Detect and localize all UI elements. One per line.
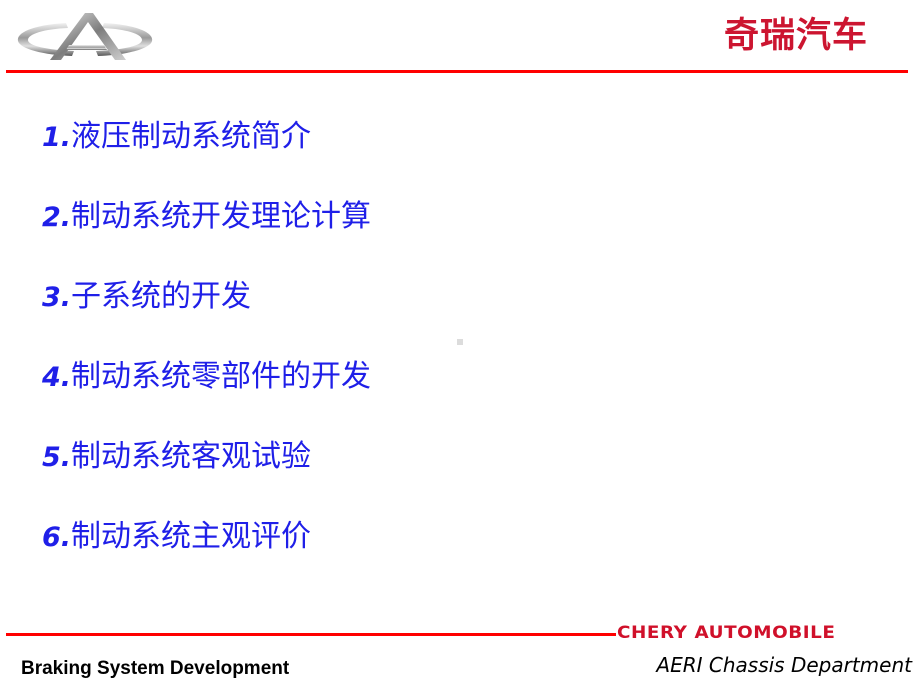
footer-divider: [6, 633, 616, 636]
agenda-item: 6.制动系统主观评价: [42, 516, 371, 596]
agenda-list: 1.液压制动系统简介 2.制动系统开发理论计算 3.子系统的开发 4.制动系统零…: [42, 116, 371, 596]
agenda-item: 4.制动系统零部件的开发: [42, 356, 371, 436]
agenda-item-text: 制动系统客观试验: [71, 439, 312, 474]
agenda-item-number: 5.: [42, 442, 72, 473]
agenda-item-number: 1.: [42, 122, 72, 153]
footer-title: Braking System Development: [21, 658, 290, 679]
agenda-item: 2.制动系统开发理论计算: [42, 196, 371, 276]
agenda-item: 3.子系统的开发: [42, 276, 371, 356]
agenda-item-text: 制动系统主观评价: [71, 519, 312, 554]
agenda-item-number: 2.: [42, 202, 72, 233]
agenda-item-text: 制动系统零部件的开发: [71, 359, 372, 394]
chery-emblem-icon: [14, 11, 156, 63]
agenda-item-text: 子系统的开发: [71, 279, 252, 314]
agenda-item-number: 3.: [42, 282, 72, 313]
agenda-item: 5.制动系统客观试验: [42, 436, 371, 516]
brand-name-chinese: 奇瑞汽车: [724, 16, 869, 56]
placeholder-marker: [457, 339, 463, 345]
agenda-item-text: 制动系统开发理论计算: [71, 199, 372, 234]
footer-department: AERI Chassis Department: [656, 653, 912, 677]
header-divider: [6, 70, 908, 73]
agenda-item-number: 4.: [42, 362, 72, 393]
brand-name-english: CHERY AUTOMOBILE: [617, 623, 836, 643]
agenda-item: 1.液压制动系统简介: [42, 116, 371, 196]
agenda-item-text: 液压制动系统简介: [71, 119, 312, 154]
agenda-item-number: 6.: [42, 522, 72, 553]
